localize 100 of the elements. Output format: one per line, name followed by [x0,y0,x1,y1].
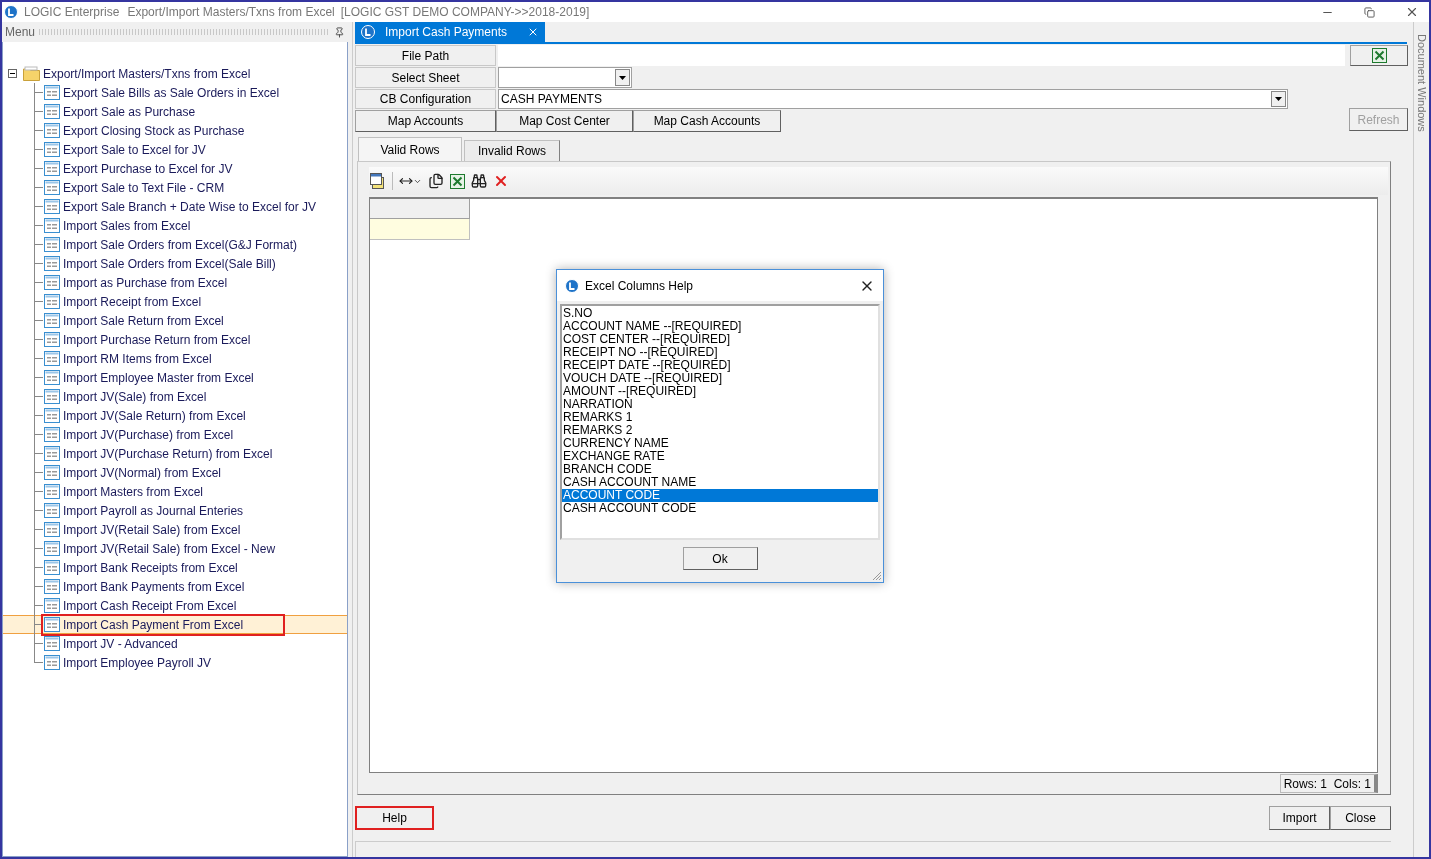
file-path-field[interactable] [498,45,1345,66]
tree-item[interactable]: Export Closing Stock as Purchase [43,121,285,140]
list-item[interactable]: ACCOUNT NAME --[REQUIRED] [562,320,878,333]
list-item[interactable]: NARRATION [562,398,878,411]
form-icon [44,522,60,537]
copy-icon[interactable] [428,173,444,189]
grid-cell[interactable] [370,219,470,240]
form-icon [44,275,60,290]
binoculars-icon[interactable] [471,173,487,189]
tree-item[interactable]: Import RM Items from Excel [43,349,252,368]
tree-connector [34,235,43,254]
list-item[interactable]: EXCHANGE RATE [562,450,878,463]
form-icon [44,503,60,518]
tree-item[interactable]: Import Receipt from Excel [43,292,242,311]
delete-icon[interactable] [493,173,509,189]
map-button[interactable]: Map Cash Accounts [633,110,781,132]
form-icon [44,389,60,404]
tree-item[interactable]: Import Sale Orders from Excel(G&J Format) [43,235,338,254]
form-icon [44,617,60,632]
tree-item[interactable]: Import Bank Payments from Excel [43,577,285,596]
tree-item[interactable]: Import JV - Advanced [43,634,218,653]
resize-grip-icon [871,570,882,581]
tree-item[interactable]: Export Purchase to Excel for JV [43,159,273,178]
list-item[interactable]: COST CENTER --[REQUIRED] [562,333,878,346]
tree-item[interactable]: Import Employee Payroll JV [43,653,252,672]
map-button[interactable]: Map Accounts [355,110,496,132]
tree-connector [34,349,43,368]
tree-item[interactable]: Import Bank Receipts from Excel [43,558,278,577]
tree-item[interactable]: Import Masters from Excel [43,482,244,501]
caret-icon [619,75,626,80]
tree-item[interactable]: Export Sale to Excel for JV [43,140,246,159]
close-icon[interactable] [1405,5,1419,19]
tree-item[interactable]: Import Sale Orders from Excel(Sale Bill) [43,254,316,273]
list-item[interactable]: CASH ACCOUNT CODE [562,502,878,515]
tree-item[interactable]: Import JV(Normal) from Excel [43,463,262,482]
tree-item[interactable]: Export Sale as Purchase [43,102,236,121]
form-icon [44,294,60,309]
caret-icon [1275,97,1282,101]
footer-button[interactable]: Import [1269,806,1330,830]
spreadsheet-icon [1371,48,1387,63]
tree-item[interactable]: Import Payroll as Journal Enteries [43,501,284,520]
tree-root[interactable]: Export/Import Masters/Txns from Excel [43,64,251,83]
list-item[interactable]: CASH ACCOUNT NAME [562,476,878,489]
form-icon [44,560,60,575]
list-item[interactable]: BRANCH CODE [562,463,878,476]
list-item[interactable]: REMARKS 2 [562,424,878,437]
window-icon[interactable] [370,173,386,189]
tree-item[interactable]: Import Purchase Return from Excel [43,330,291,349]
form-icon [44,370,60,385]
tree-item[interactable]: Import JV(Sale) from Excel [43,387,247,406]
close-tab-icon[interactable] [527,26,539,38]
grid-status: Rows: 1 Cols: 1 [1279,774,1378,793]
tree-item[interactable]: Import JV(Purchase Return) from Excel [43,444,313,463]
restore-icon[interactable] [1364,6,1375,18]
list-item[interactable]: AMOUNT --[REQUIRED] [562,385,878,398]
tree-connector [34,577,43,596]
list-item[interactable]: RECEIPT DATE --[REQUIRED] [562,359,878,372]
form-icon [44,484,60,499]
list-item[interactable]: ACCOUNT CODE [562,489,878,502]
tree-connector [34,330,43,349]
tree-item[interactable]: Import Sales from Excel [43,216,231,235]
grid-tab[interactable]: Invalid Rows [464,140,560,161]
tree-item[interactable]: Import Cash Receipt From Excel [43,596,277,615]
collapse-icon[interactable] [8,69,17,78]
tree-item[interactable]: Import JV(Retail Sale) from Excel - New [43,539,316,558]
tree-connector [34,178,43,197]
tree-connector [34,520,43,539]
tree-item[interactable]: Import Employee Master from Excel [43,368,294,387]
form-icon [44,123,60,138]
tree-item[interactable]: Export Sale to Text File - CRM [43,178,265,197]
form-icon [44,636,60,651]
tab-title: Import Cash Payments [385,24,508,41]
form-icon [44,85,60,100]
tree-item[interactable]: Import JV(Retail Sale) from Excel [43,520,281,539]
sheet-dropdown[interactable] [498,67,632,88]
document-tab[interactable]: Import Cash Payments [355,22,545,42]
tree-item[interactable]: Import JV(Sale Return) from Excel [43,406,286,425]
list-item[interactable]: S.NO [562,307,878,320]
side-panel-tab[interactable]: Document Windows [1413,34,1429,132]
ok-button[interactable]: Ok [682,547,758,570]
list-item[interactable]: VOUCH DATE --[REQUIRED] [562,372,878,385]
tree-item[interactable]: Export Sale Branch + Date Wise to Excel for JV [43,197,357,216]
tree-item[interactable]: Export Sale Bills as Sale Orders in Excel [43,83,320,102]
pin-icon[interactable] [334,26,345,38]
list-item[interactable]: REMARKS 1 [562,411,878,424]
tree-connector [34,425,43,444]
export-spreadsheet-icon [450,173,465,189]
footer-button[interactable]: Help [355,806,434,830]
grid-tab[interactable]: Valid Rows [358,137,462,161]
footer-button[interactable]: Close [1330,806,1391,830]
configuration-dropdown[interactable]: CASH PAYMENTS [498,89,1288,109]
tree-connector [34,539,43,558]
map-button[interactable]: Map Cost Center [496,110,633,132]
tree-item[interactable]: Import Sale Return from Excel [43,311,264,330]
tree-item[interactable]: Import JV(Purchase) from Excel [43,425,274,444]
tree-item[interactable]: Import as Purchase from Excel [43,273,268,292]
form-icon [44,142,60,157]
list-item[interactable]: RECEIPT NO --[REQUIRED] [562,346,878,359]
list-item[interactable]: CURRENCY NAME [562,437,878,450]
browse-button[interactable] [1350,45,1408,66]
